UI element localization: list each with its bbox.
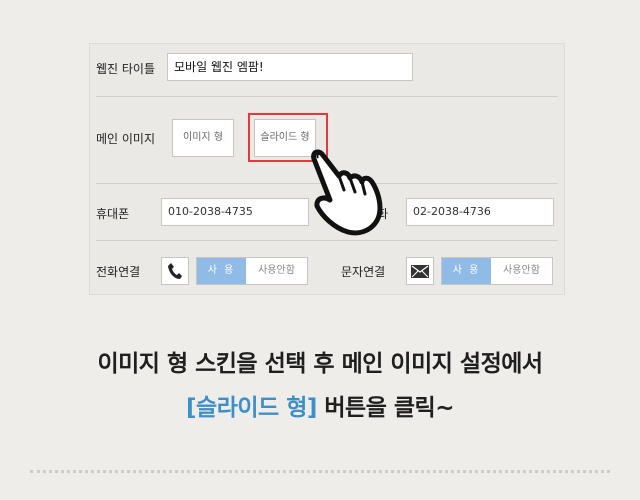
dotted-divider — [30, 470, 610, 473]
mail-icon — [411, 264, 429, 278]
mobile-label: 휴대폰 — [96, 207, 130, 221]
instruction-accent: [슬라이드 형] — [186, 395, 317, 421]
main-image-label: 메인 이미지 — [96, 132, 156, 146]
title-label: 웹진 타이틀 — [96, 62, 156, 76]
phone-input[interactable]: 02-2038-4736 — [406, 198, 554, 226]
title-input[interactable]: 모바일 웹진 엠팜! — [167, 53, 413, 81]
instruction-line-2: [슬라이드 형] 버튼을 클릭~ — [0, 388, 640, 422]
sms-link-label: 문자연결 — [341, 265, 386, 279]
divider — [96, 240, 558, 241]
pointing-hand-icon — [311, 149, 383, 236]
sms-use-off[interactable]: 사용안함 — [491, 258, 552, 284]
instruction-rest: 버튼을 클릭~ — [316, 395, 454, 421]
sms-link-toggle[interactable]: 사 용 사용안함 — [441, 257, 553, 285]
call-link-toggle[interactable]: 사 용 사용안함 — [196, 257, 308, 285]
phone-icon-box — [161, 257, 189, 285]
call-use-off[interactable]: 사용안함 — [246, 258, 307, 284]
mobile-input[interactable]: 010-2038-4735 — [161, 198, 309, 226]
image-type-button[interactable]: 이미지 형 — [172, 119, 234, 157]
mail-icon-box — [406, 257, 434, 285]
phone-icon — [168, 263, 182, 279]
call-link-label: 전화연결 — [96, 265, 141, 279]
instruction-line-1: 이미지 형 스킨을 선택 후 메인 이미지 설정에서 — [97, 351, 543, 377]
divider — [96, 96, 558, 97]
call-use-on[interactable]: 사 용 — [197, 258, 246, 284]
sms-use-on[interactable]: 사 용 — [442, 258, 491, 284]
